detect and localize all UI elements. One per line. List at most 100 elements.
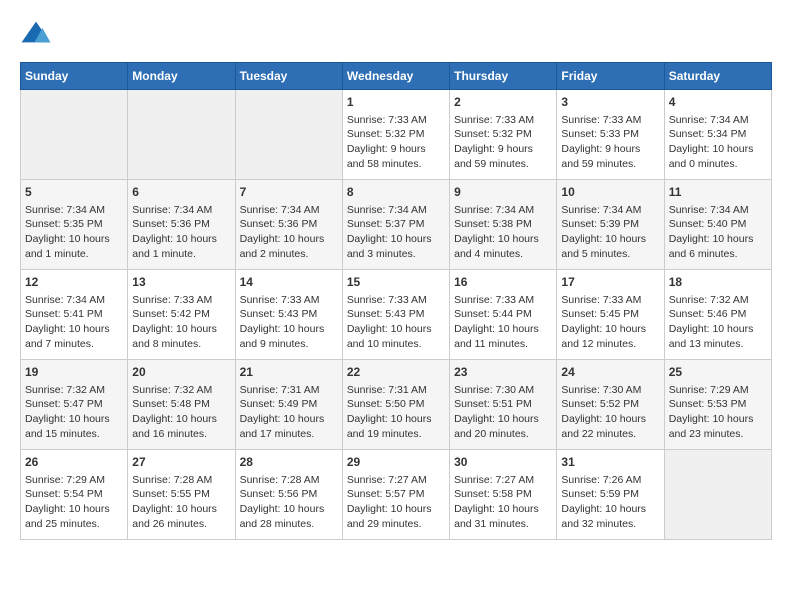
- day-cell: 24 Sunrise: 7:30 AMSunset: 5:52 PMDayligh…: [557, 360, 664, 450]
- day-number: 18: [669, 274, 767, 291]
- day-number: 9: [454, 184, 552, 201]
- day-content: Sunrise: 7:28 AMSunset: 5:55 PMDaylight:…: [132, 473, 230, 532]
- day-cell: 23 Sunrise: 7:30 AMSunset: 5:51 PMDayligh…: [450, 360, 557, 450]
- day-content: Sunrise: 7:33 AMSunset: 5:33 PMDaylight:…: [561, 113, 659, 172]
- day-cell: [128, 90, 235, 180]
- calendar-table: SundayMondayTuesdayWednesdayThursdayFrid…: [20, 62, 772, 540]
- day-content: Sunrise: 7:31 AMSunset: 5:50 PMDaylight:…: [347, 383, 445, 442]
- day-number: 17: [561, 274, 659, 291]
- day-content: Sunrise: 7:28 AMSunset: 5:56 PMDaylight:…: [240, 473, 338, 532]
- day-cell: 19Sunrise: 7:32 AMSunset: 5:47 PMDayligh…: [21, 360, 128, 450]
- day-cell: 20 Sunrise: 7:32 AMSunset: 5:48 PMDayligh…: [128, 360, 235, 450]
- day-content: Sunrise: 7:34 AMSunset: 5:35 PMDaylight:…: [25, 203, 123, 262]
- header-day-thursday: Thursday: [450, 63, 557, 90]
- day-number: 22: [347, 364, 445, 381]
- week-row-5: 26Sunrise: 7:29 AMSunset: 5:54 PMDayligh…: [21, 450, 772, 540]
- day-content: Sunrise: 7:26 AMSunset: 5:59 PMDaylight:…: [561, 473, 659, 532]
- day-cell: 6 Sunrise: 7:34 AMSunset: 5:36 PMDaylight…: [128, 180, 235, 270]
- day-cell: 17 Sunrise: 7:33 AMSunset: 5:45 PMDayligh…: [557, 270, 664, 360]
- day-content: Sunrise: 7:33 AMSunset: 5:44 PMDaylight:…: [454, 293, 552, 352]
- day-cell: 29 Sunrise: 7:27 AMSunset: 5:57 PMDayligh…: [342, 450, 449, 540]
- day-cell: 15 Sunrise: 7:33 AMSunset: 5:43 PMDayligh…: [342, 270, 449, 360]
- day-cell: 18 Sunrise: 7:32 AMSunset: 5:46 PMDayligh…: [664, 270, 771, 360]
- day-cell: [664, 450, 771, 540]
- day-number: 24: [561, 364, 659, 381]
- week-row-1: 1Sunrise: 7:33 AMSunset: 5:32 PMDaylight…: [21, 90, 772, 180]
- day-cell: 25Sunrise: 7:29 AMSunset: 5:53 PMDayligh…: [664, 360, 771, 450]
- day-cell: 8 Sunrise: 7:34 AMSunset: 5:37 PMDaylight…: [342, 180, 449, 270]
- header-row: SundayMondayTuesdayWednesdayThursdayFrid…: [21, 63, 772, 90]
- day-number: 30: [454, 454, 552, 471]
- page-header: [20, 20, 772, 52]
- day-content: Sunrise: 7:33 AMSunset: 5:32 PMDaylight:…: [454, 113, 552, 172]
- day-cell: 21Sunrise: 7:31 AMSunset: 5:49 PMDayligh…: [235, 360, 342, 450]
- day-cell: 22 Sunrise: 7:31 AMSunset: 5:50 PMDayligh…: [342, 360, 449, 450]
- day-number: 8: [347, 184, 445, 201]
- day-number: 12: [25, 274, 123, 291]
- day-cell: 3 Sunrise: 7:33 AMSunset: 5:33 PMDaylight…: [557, 90, 664, 180]
- day-number: 14: [240, 274, 338, 291]
- calendar-body: 1Sunrise: 7:33 AMSunset: 5:32 PMDaylight…: [21, 90, 772, 540]
- day-content: Sunrise: 7:30 AMSunset: 5:51 PMDaylight:…: [454, 383, 552, 442]
- day-number: 2: [454, 94, 552, 111]
- day-number: 6: [132, 184, 230, 201]
- day-content: Sunrise: 7:34 AMSunset: 5:38 PMDaylight:…: [454, 203, 552, 262]
- day-number: 26: [25, 454, 123, 471]
- day-number: 16: [454, 274, 552, 291]
- day-cell: 11Sunrise: 7:34 AMSunset: 5:40 PMDayligh…: [664, 180, 771, 270]
- day-cell: [235, 90, 342, 180]
- day-number: 13: [132, 274, 230, 291]
- day-cell: 2 Sunrise: 7:33 AMSunset: 5:32 PMDaylight…: [450, 90, 557, 180]
- day-cell: 1Sunrise: 7:33 AMSunset: 5:32 PMDaylight…: [342, 90, 449, 180]
- day-number: 27: [132, 454, 230, 471]
- day-content: Sunrise: 7:31 AMSunset: 5:49 PMDaylight:…: [240, 383, 338, 442]
- day-content: Sunrise: 7:27 AMSunset: 5:57 PMDaylight:…: [347, 473, 445, 532]
- day-content: Sunrise: 7:30 AMSunset: 5:52 PMDaylight:…: [561, 383, 659, 442]
- day-content: Sunrise: 7:34 AMSunset: 5:39 PMDaylight:…: [561, 203, 659, 262]
- day-number: 3: [561, 94, 659, 111]
- day-cell: 14 Sunrise: 7:33 AMSunset: 5:43 PMDayligh…: [235, 270, 342, 360]
- day-content: Sunrise: 7:34 AMSunset: 5:36 PMDaylight:…: [240, 203, 338, 262]
- day-cell: 9 Sunrise: 7:34 AMSunset: 5:38 PMDaylight…: [450, 180, 557, 270]
- day-content: Sunrise: 7:33 AMSunset: 5:45 PMDaylight:…: [561, 293, 659, 352]
- day-content: Sunrise: 7:32 AMSunset: 5:46 PMDaylight:…: [669, 293, 767, 352]
- day-content: Sunrise: 7:33 AMSunset: 5:32 PMDaylight:…: [347, 113, 445, 172]
- week-row-3: 12 Sunrise: 7:34 AMSunset: 5:41 PMDayligh…: [21, 270, 772, 360]
- day-number: 23: [454, 364, 552, 381]
- day-number: 4: [669, 94, 767, 111]
- day-content: Sunrise: 7:34 AMSunset: 5:37 PMDaylight:…: [347, 203, 445, 262]
- day-number: 29: [347, 454, 445, 471]
- day-cell: 4Sunrise: 7:34 AMSunset: 5:34 PMDaylight…: [664, 90, 771, 180]
- day-number: 31: [561, 454, 659, 471]
- week-row-2: 5 Sunrise: 7:34 AMSunset: 5:35 PMDaylight…: [21, 180, 772, 270]
- day-content: Sunrise: 7:33 AMSunset: 5:43 PMDaylight:…: [347, 293, 445, 352]
- day-cell: 26Sunrise: 7:29 AMSunset: 5:54 PMDayligh…: [21, 450, 128, 540]
- day-cell: 10 Sunrise: 7:34 AMSunset: 5:39 PMDayligh…: [557, 180, 664, 270]
- calendar-header: SundayMondayTuesdayWednesdayThursdayFrid…: [21, 63, 772, 90]
- day-cell: 31 Sunrise: 7:26 AMSunset: 5:59 PMDayligh…: [557, 450, 664, 540]
- header-day-tuesday: Tuesday: [235, 63, 342, 90]
- logo: [20, 20, 56, 52]
- day-number: 10: [561, 184, 659, 201]
- day-cell: 16 Sunrise: 7:33 AMSunset: 5:44 PMDayligh…: [450, 270, 557, 360]
- day-content: Sunrise: 7:29 AMSunset: 5:53 PMDaylight:…: [669, 383, 767, 442]
- day-content: Sunrise: 7:32 AMSunset: 5:48 PMDaylight:…: [132, 383, 230, 442]
- day-number: 5: [25, 184, 123, 201]
- header-day-monday: Monday: [128, 63, 235, 90]
- day-content: Sunrise: 7:34 AMSunset: 5:36 PMDaylight:…: [132, 203, 230, 262]
- header-day-saturday: Saturday: [664, 63, 771, 90]
- day-content: Sunrise: 7:34 AMSunset: 5:41 PMDaylight:…: [25, 293, 123, 352]
- day-cell: 28 Sunrise: 7:28 AMSunset: 5:56 PMDayligh…: [235, 450, 342, 540]
- logo-icon: [20, 20, 52, 52]
- day-cell: [21, 90, 128, 180]
- day-number: 28: [240, 454, 338, 471]
- day-number: 11: [669, 184, 767, 201]
- day-content: Sunrise: 7:33 AMSunset: 5:43 PMDaylight:…: [240, 293, 338, 352]
- day-cell: 5 Sunrise: 7:34 AMSunset: 5:35 PMDaylight…: [21, 180, 128, 270]
- day-cell: 13Sunrise: 7:33 AMSunset: 5:42 PMDayligh…: [128, 270, 235, 360]
- day-number: 7: [240, 184, 338, 201]
- day-number: 15: [347, 274, 445, 291]
- day-cell: 7 Sunrise: 7:34 AMSunset: 5:36 PMDaylight…: [235, 180, 342, 270]
- day-number: 20: [132, 364, 230, 381]
- day-content: Sunrise: 7:32 AMSunset: 5:47 PMDaylight:…: [25, 383, 123, 442]
